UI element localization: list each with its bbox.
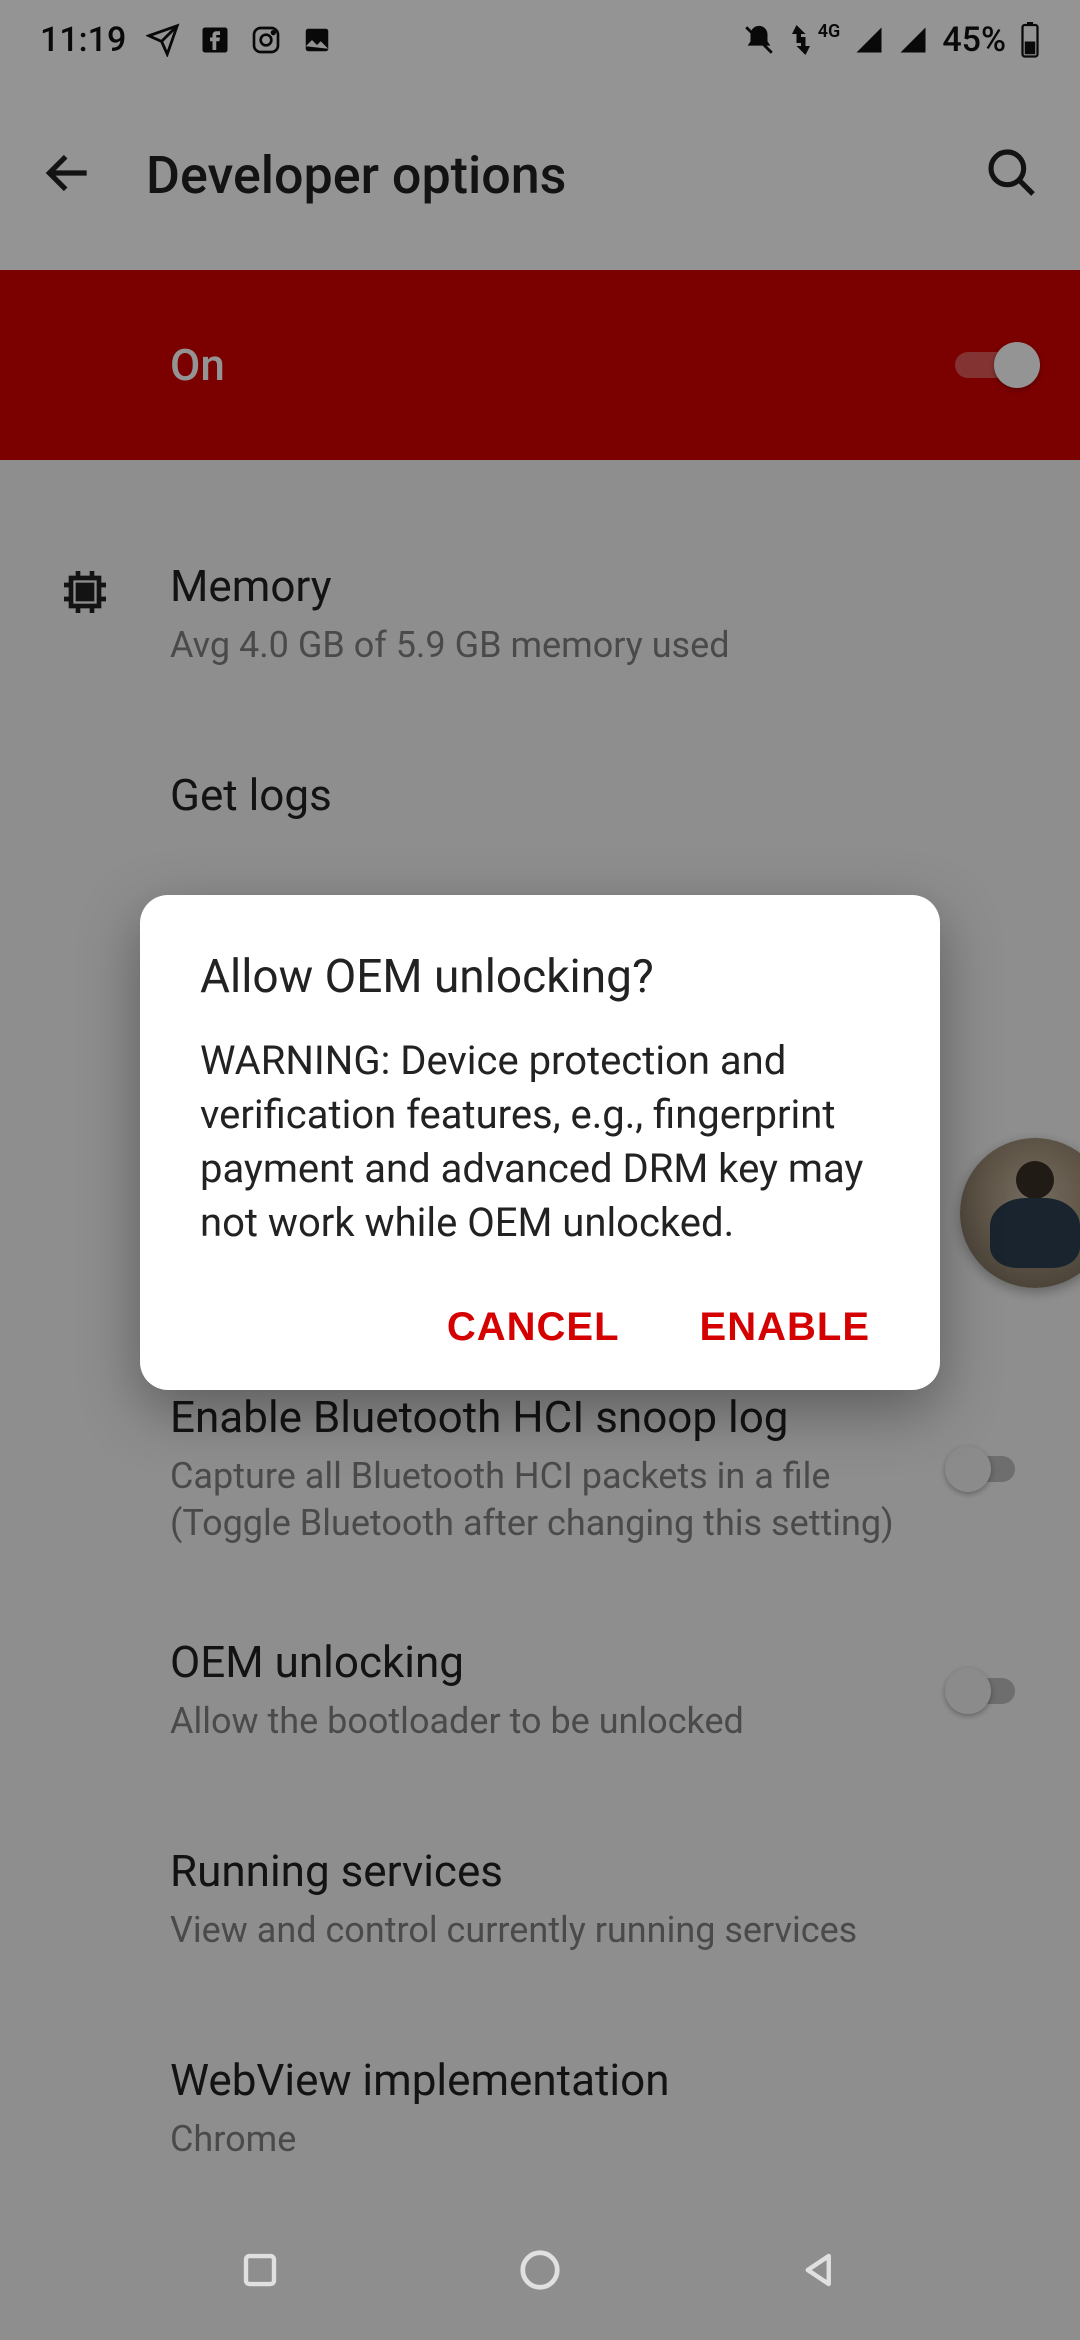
dialog-title: Allow OEM unlocking? (200, 950, 880, 1004)
nav-recent-button[interactable] (235, 2245, 285, 2295)
oem-unlock-dialog: Allow OEM unlocking? WARNING: Device pro… (140, 895, 940, 1390)
dialog-body: WARNING: Device protection and verificat… (200, 1034, 880, 1250)
nav-back-button[interactable] (795, 2245, 845, 2295)
cancel-button[interactable]: CANCEL (447, 1305, 620, 1350)
system-nav-bar (0, 2200, 1080, 2340)
enable-button[interactable]: ENABLE (700, 1305, 870, 1350)
nav-home-button[interactable] (515, 2245, 565, 2295)
